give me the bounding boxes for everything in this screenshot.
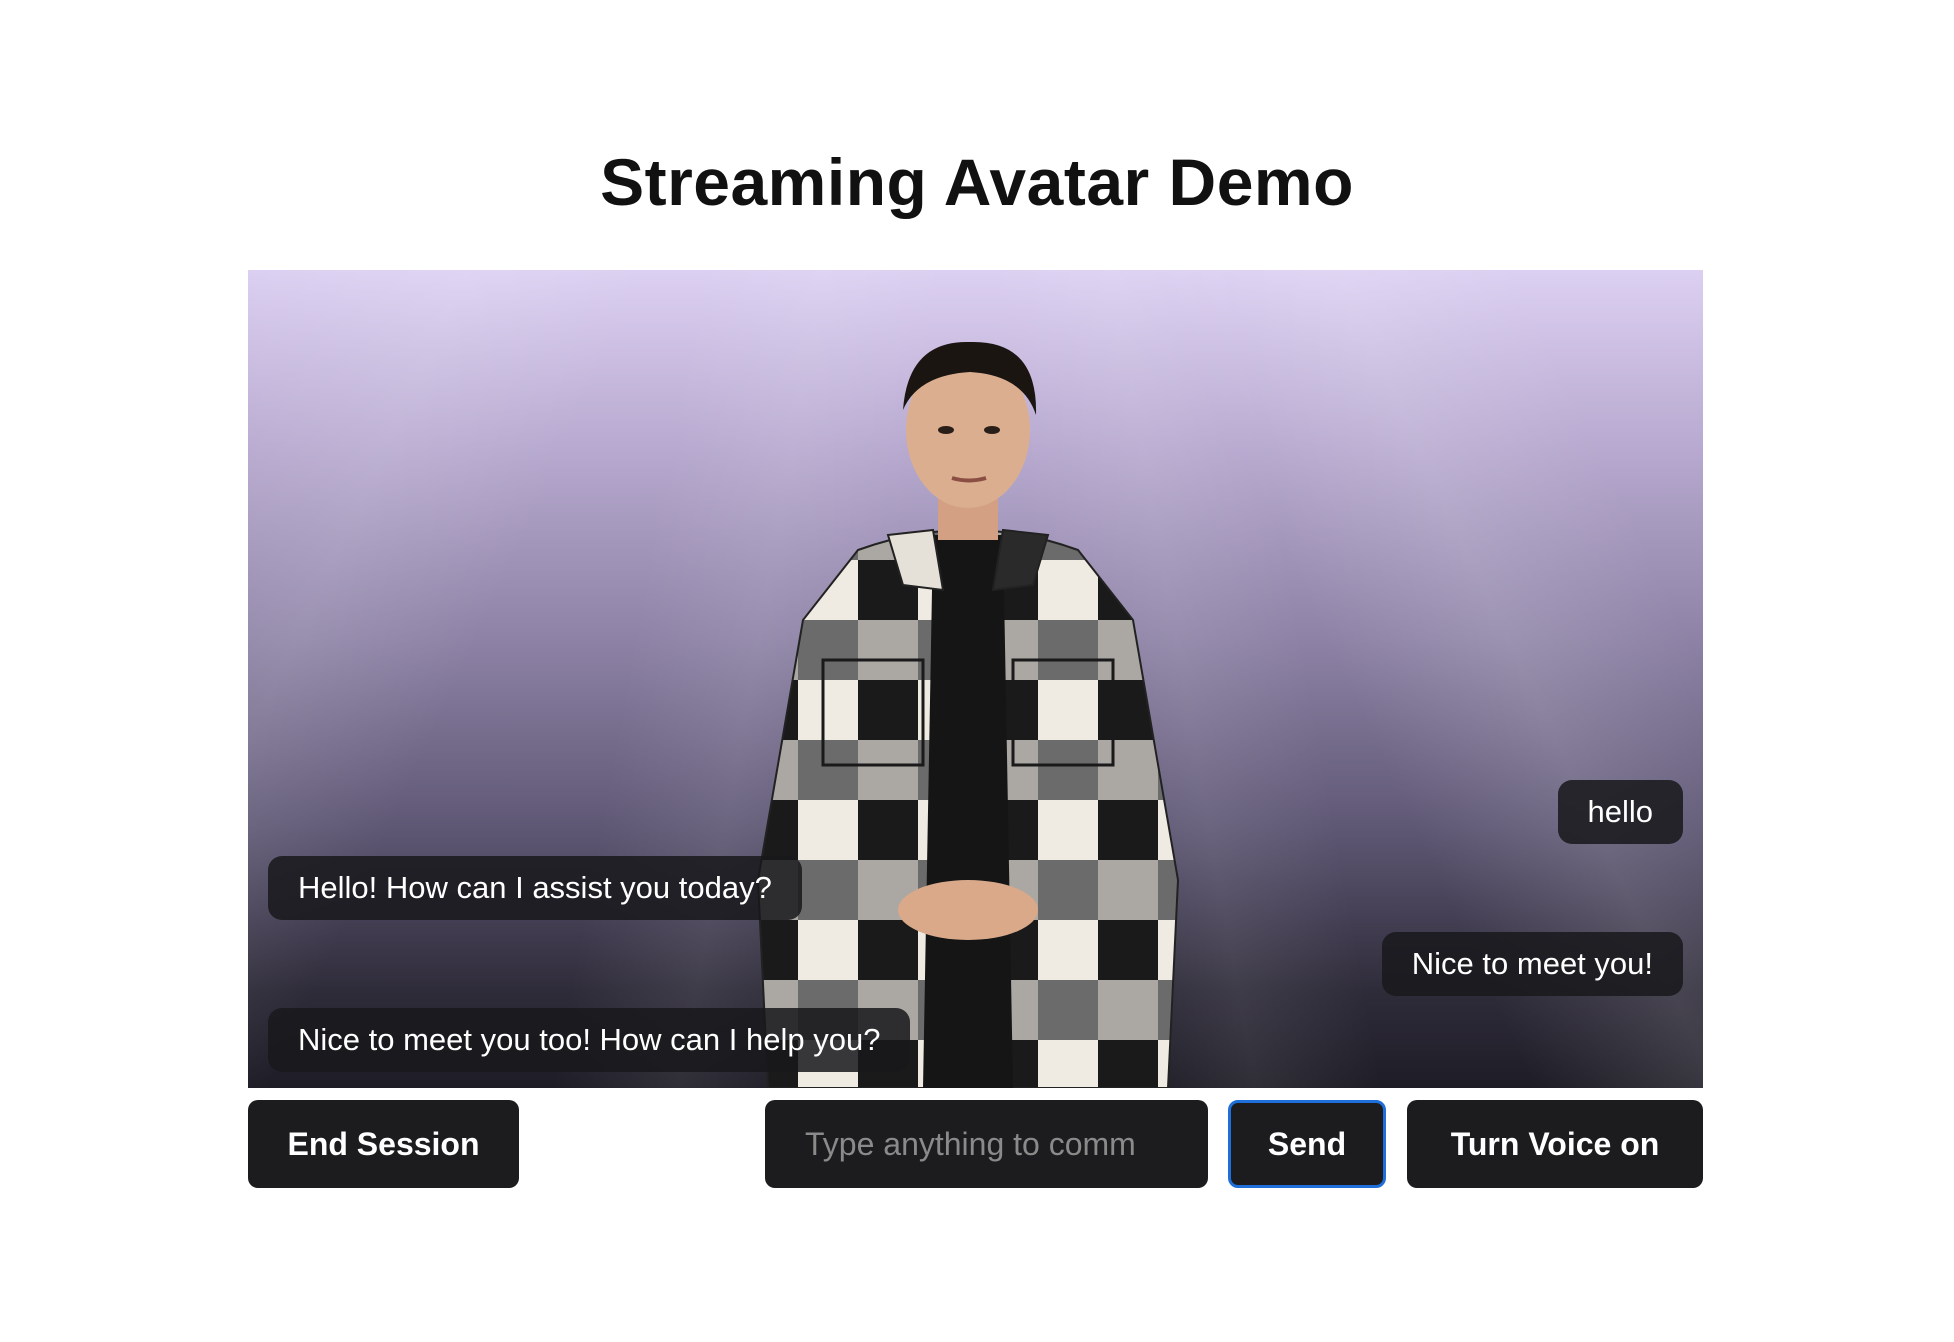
send-button[interactable]: Send xyxy=(1228,1100,1386,1188)
avatar-message-bubble: Nice to meet you too! How can I help you… xyxy=(268,1008,911,1072)
page-title: Streaming Avatar Demo xyxy=(600,145,1354,219)
avatar-video-icon xyxy=(756,341,1180,1088)
user-message-bubble: Nice to meet you! xyxy=(1381,932,1683,996)
end-session-button[interactable]: End Session xyxy=(248,1100,519,1188)
voice-toggle-button[interactable]: Turn Voice on xyxy=(1407,1100,1703,1188)
avatar-message-bubble: Hello! How can I assist you today? xyxy=(268,856,802,920)
user-message-bubble: hello xyxy=(1557,780,1683,844)
avatar-video-stage: hello Hello! How can I assist you today?… xyxy=(248,270,1703,1088)
streaming-avatar-page: Streaming Avatar Demo hello Hello! How c… xyxy=(0,0,1954,1342)
message-input[interactable]: Type anything to comm xyxy=(765,1100,1208,1188)
